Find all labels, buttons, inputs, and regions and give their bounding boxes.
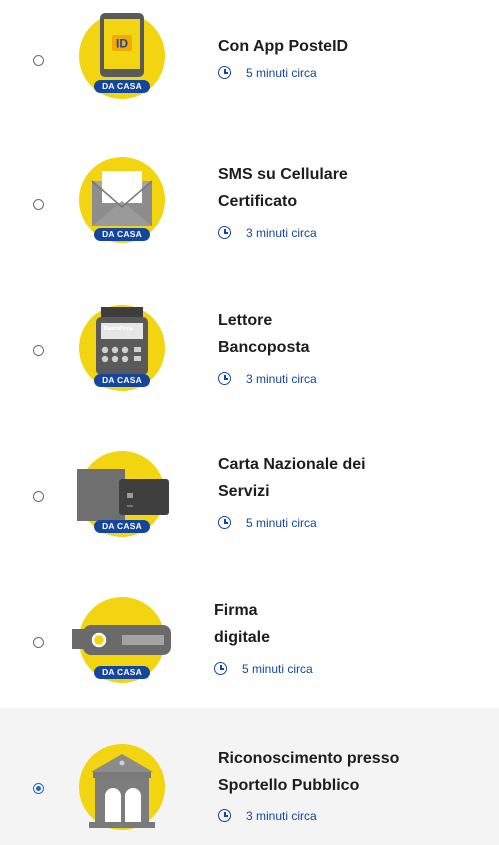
phone-id-icon: ID DA CASA	[79, 13, 165, 99]
duration-label: 3 minuti circa	[218, 371, 317, 387]
card-reader-icon: BancoPosta DA CASA	[79, 305, 165, 391]
option-title: Riconoscimento presso Sportello Pubblico	[218, 750, 400, 794]
option-title: Lettore Bancoposta	[218, 312, 310, 356]
clock-icon	[218, 66, 231, 79]
radio-cns[interactable]	[33, 491, 44, 502]
badge-da-casa: DA CASA	[94, 520, 150, 533]
radio-firma-digitale[interactable]	[33, 637, 44, 648]
envelope-icon: DA CASA	[79, 157, 165, 243]
smart-card-icon: DA CASA	[77, 451, 169, 537]
duration-label: 5 minuti circa	[218, 65, 317, 81]
icon-bancoposta-label: BancoPosta	[104, 326, 133, 332]
option-title: Firma digitale	[214, 602, 271, 646]
radio-app-posteid[interactable]	[33, 55, 44, 66]
radio-sms-cellulare[interactable]	[33, 199, 44, 210]
clock-icon	[218, 809, 231, 822]
option-firma-digitale[interactable]: DA CASA Firma digitale 5 minuti circa	[0, 580, 499, 708]
clock-icon	[218, 372, 231, 385]
option-sportello-pubblico[interactable]: Riconoscimento presso Sportello Pubblico…	[0, 708, 499, 845]
badge-da-casa: DA CASA	[94, 80, 150, 93]
option-sms-cellulare[interactable]: DA CASA SMS su Cellulare Certificato 3 m…	[0, 120, 499, 270]
usb-token-icon: DA CASA	[72, 597, 171, 683]
option-lettore-bancoposta[interactable]: BancoPosta DA CASA Lettore Bancoposta 3 …	[0, 290, 499, 430]
badge-da-casa: DA CASA	[94, 666, 150, 679]
icon-id-label: ID	[116, 37, 128, 51]
clock-icon	[218, 516, 231, 529]
badge-da-casa: DA CASA	[94, 374, 150, 387]
radio-sportello-pubblico[interactable]	[33, 783, 44, 794]
clock-icon	[214, 662, 227, 675]
option-title: Con App PosteID	[218, 38, 349, 55]
duration-label: 3 minuti circa	[218, 808, 317, 824]
option-title: SMS su Cellulare Certificato	[218, 166, 348, 210]
badge-da-casa: DA CASA	[94, 228, 150, 241]
duration-label: 5 minuti circa	[218, 515, 317, 531]
duration-label: 3 minuti circa	[218, 225, 317, 241]
duration-label: 5 minuti circa	[214, 661, 313, 677]
clock-icon	[218, 226, 231, 239]
bank-building-icon	[79, 744, 165, 830]
radio-lettore-bancoposta[interactable]	[33, 345, 44, 356]
option-cns[interactable]: DA CASA Carta Nazionale dei Servizi 5 mi…	[0, 430, 499, 580]
option-title: Carta Nazionale dei Servizi	[218, 456, 366, 500]
option-app-posteid[interactable]: ID DA CASA Con App PosteID 5 minuti circ…	[0, 0, 499, 120]
